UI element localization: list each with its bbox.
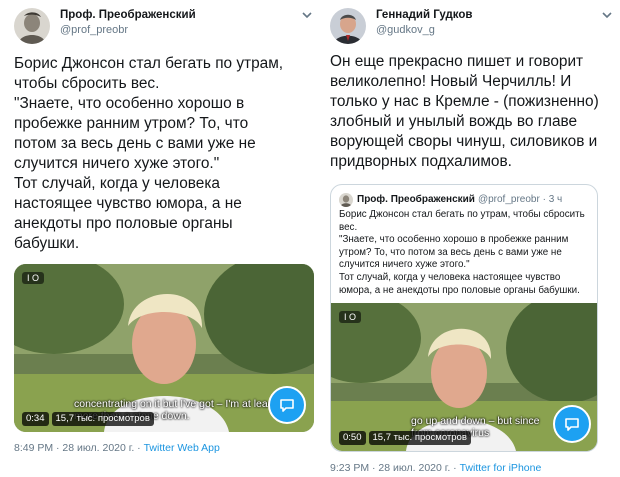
video-duration: 0:34: [22, 412, 49, 426]
tweet-gudkov[interactable]: Геннадий Гудков @gudkov_g Он еще прекрас…: [330, 0, 614, 474]
quoted-tweet[interactable]: Проф. Преображенский @prof_preobr · 3 ч …: [330, 184, 598, 453]
avatar[interactable]: [14, 8, 50, 44]
video-duration: 0:50: [339, 431, 366, 446]
video-stats: 0:34 15,7 тыс. просмотров: [22, 412, 154, 426]
user-info[interactable]: Проф. Преображенский @prof_preobr: [60, 8, 196, 38]
display-name[interactable]: Проф. Преображенский: [60, 8, 196, 23]
comment-bubble-button[interactable]: [553, 405, 591, 444]
quoted-tweet-text: Борис Джонсон стал бегать по утрам, чтоб…: [339, 209, 585, 296]
user-handle[interactable]: @prof_preobr: [60, 23, 196, 38]
chevron-down-icon[interactable]: [600, 8, 614, 22]
meta-separator: ·: [450, 462, 460, 475]
quoted-tweet-header: Проф. Преображенский @prof_preobr · 3 ч: [331, 185, 597, 207]
timestamp[interactable]: 9:23 PM · 28 июл. 2020 г.: [330, 462, 450, 474]
meta-separator: ·: [134, 442, 144, 454]
timestamp[interactable]: 8:49 PM · 28 июл. 2020 г.: [14, 442, 134, 454]
avatar: [339, 193, 353, 207]
comment-bubble-icon: [280, 399, 294, 412]
tweet-meta: 9:23 PM · 28 июл. 2020 г. · Twitter for …: [330, 462, 614, 474]
display-name[interactable]: Геннадий Гудков: [376, 8, 472, 23]
chevron-down-icon[interactable]: [300, 8, 314, 22]
tweet-source-link[interactable]: Twitter Web App: [144, 442, 220, 454]
comment-bubble-button[interactable]: [268, 386, 306, 424]
avatar[interactable]: [330, 8, 366, 44]
quoted-display-name: Проф. Преображенский: [357, 194, 475, 205]
video-player[interactable]: I O go up and down – but since from coro…: [331, 303, 597, 452]
tweet-meta: 8:49 PM · 28 июл. 2020 г. · Twitter Web …: [14, 442, 314, 454]
comment-bubble-icon: [565, 418, 579, 431]
user-info[interactable]: Геннадий Гудков @gudkov_g: [376, 8, 472, 38]
sound-icon: I O: [22, 272, 44, 284]
tweet-text: Борис Джонсон стал бегать по утрам, чтоб…: [14, 55, 284, 252]
tweet-header: Проф. Преображенский @prof_preobr: [14, 0, 314, 44]
video-views: 15,7 тыс. просмотров: [368, 431, 471, 446]
tweet-text: Он еще прекрасно пишет и говорит великол…: [330, 53, 599, 170]
video-player[interactable]: I O concentrating on it but I've got – I…: [14, 264, 314, 432]
tweet-header: Геннадий Гудков @gudkov_g: [330, 0, 614, 44]
tweet-source-link[interactable]: Twitter for iPhone: [460, 462, 542, 474]
video-views: 15,7 тыс. просмотров: [51, 412, 154, 426]
quoted-handle: @prof_preobr · 3 ч: [477, 194, 563, 205]
video-stats: 0:50 15,7 тыс. просмотров: [339, 431, 471, 446]
user-handle[interactable]: @gudkov_g: [376, 23, 472, 38]
tweet-prof-preobr[interactable]: Проф. Преображенский @prof_preobr Борис …: [14, 0, 314, 454]
sound-icon: I O: [339, 311, 361, 324]
